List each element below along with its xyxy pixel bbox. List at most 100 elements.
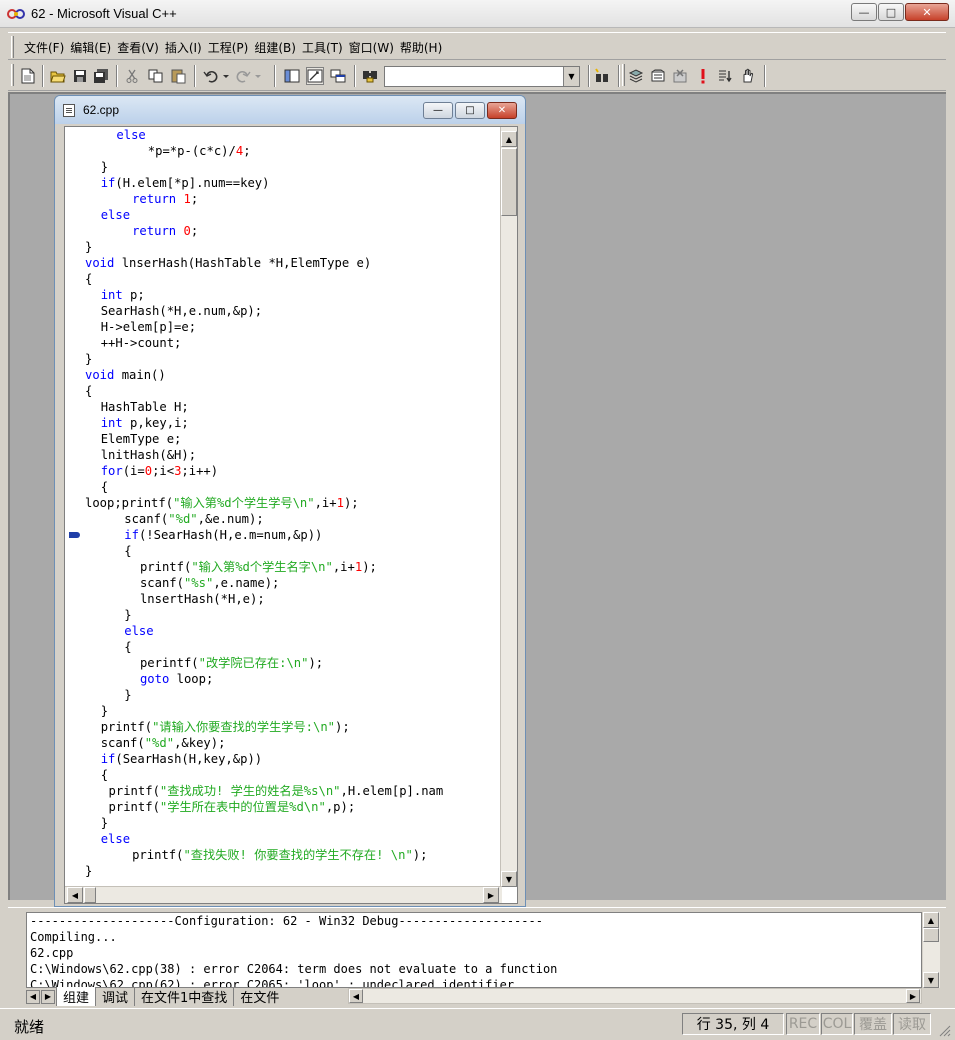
minimize-button[interactable]: — <box>851 3 877 21</box>
code-line[interactable]: printf("请输入你要查找的学生学号:\n"); <box>101 719 350 735</box>
output-vertical-scrollbar[interactable]: ▲ ▼ <box>923 912 940 988</box>
output-scroll-up-arrow-icon[interactable]: ▲ <box>923 912 939 928</box>
code-line[interactable]: void main() <box>85 367 166 383</box>
tab-prev-arrow-icon[interactable]: ◀ <box>26 989 40 1004</box>
close-button[interactable]: ✕ <box>905 3 949 21</box>
window-list-icon[interactable] <box>329 67 347 85</box>
code-editor[interactable]: else *p=*p-(c*c)/4;} if(H.elem[*p].num==ke… <box>64 126 518 904</box>
code-lines[interactable]: else *p=*p-(c*c)/4;} if(H.elem[*p].num==ke… <box>85 127 499 887</box>
code-line[interactable]: } <box>124 687 131 703</box>
save-all-icon[interactable] <box>92 67 110 85</box>
editor-gutter[interactable] <box>65 127 83 887</box>
scroll-left-arrow-icon[interactable]: ◀ <box>67 887 83 903</box>
output-line[interactable]: --------------------Configuration: 62 - … <box>30 913 543 929</box>
code-line[interactable]: return 1; <box>132 191 198 207</box>
code-line[interactable]: else <box>116 127 145 143</box>
code-line[interactable]: printf("学生所在表中的位置是%d\n",p); <box>109 799 356 815</box>
code-line[interactable]: scanf("%d",&e.num); <box>124 511 263 527</box>
code-line[interactable]: else <box>101 207 130 223</box>
tab-next-arrow-icon[interactable]: ▶ <box>41 989 55 1004</box>
code-line[interactable]: goto loop; <box>140 671 213 687</box>
resize-grip-icon[interactable] <box>937 1023 951 1037</box>
code-line[interactable]: lnsertHash(*H,e); <box>140 591 265 607</box>
output-scroll-thumb[interactable] <box>923 928 939 942</box>
scroll-thumb[interactable] <box>501 148 517 216</box>
stop-build-icon[interactable] <box>671 67 689 85</box>
output-line[interactable]: 62.cpp <box>30 945 73 961</box>
menubar-grip[interactable] <box>11 36 14 58</box>
tab-find-in-files-1[interactable]: 在文件1中查找 <box>134 987 233 1006</box>
paste-icon[interactable] <box>170 67 188 85</box>
find-in-files-icon[interactable] <box>361 67 379 85</box>
code-line[interactable]: } <box>124 607 131 623</box>
output-horizontal-scrollbar[interactable]: ◀ ▶ <box>348 988 922 1004</box>
menu-help[interactable]: 帮助(H) <box>397 39 445 56</box>
code-line[interactable]: else <box>124 623 153 639</box>
output-line[interactable]: C:\Windows\62.cpp(38) : error C2064: ter… <box>30 961 557 977</box>
go-icon[interactable] <box>716 67 734 85</box>
code-line[interactable]: } <box>85 239 92 255</box>
output-line[interactable]: Compiling... <box>30 929 117 945</box>
code-line[interactable]: return 0; <box>132 223 198 239</box>
scroll-right-arrow-icon[interactable]: ▶ <box>483 887 499 903</box>
code-line[interactable]: { <box>101 767 108 783</box>
code-line[interactable]: } <box>85 351 92 367</box>
code-line[interactable]: } <box>101 159 108 175</box>
code-line[interactable]: { <box>85 383 92 399</box>
tab-build[interactable]: 组建 <box>56 987 96 1006</box>
menu-file[interactable]: 文件(F) <box>21 39 67 56</box>
output-window-icon[interactable] <box>306 67 324 85</box>
scroll-down-arrow-icon[interactable]: ▼ <box>501 871 517 887</box>
breakpoint-hand-icon[interactable] <box>739 67 757 85</box>
output-scroll-left-arrow-icon[interactable]: ◀ <box>349 989 363 1003</box>
doc-maximize-button[interactable]: □ <box>455 102 485 119</box>
document-titlebar[interactable]: 62.cpp — □ ✕ <box>55 96 525 124</box>
code-line[interactable]: if(!SearHash(H,e.m=num,&p)) <box>124 527 322 543</box>
code-line[interactable]: { <box>124 639 131 655</box>
code-line[interactable]: if(SearHash(H,key,&p)) <box>101 751 262 767</box>
code-line[interactable]: HashTable H; <box>101 399 189 415</box>
code-line[interactable]: for(i=0;i<3;i++) <box>101 463 218 479</box>
redo-icon[interactable] <box>234 67 264 85</box>
code-line[interactable]: ++H->count; <box>101 335 182 351</box>
menu-project[interactable]: 工程(P) <box>205 39 252 56</box>
save-icon[interactable] <box>71 67 89 85</box>
code-line[interactable]: int p; <box>101 287 145 303</box>
chevron-down-icon[interactable]: ▼ <box>563 67 579 86</box>
new-file-icon[interactable] <box>19 67 37 85</box>
code-line[interactable]: H->elem[p]=e; <box>101 319 196 335</box>
find-combo[interactable]: ▼ <box>384 66 580 87</box>
cut-icon[interactable] <box>123 67 141 85</box>
code-line[interactable]: { <box>101 479 108 495</box>
find-icon[interactable] <box>593 67 611 85</box>
menu-build[interactable]: 组建(B) <box>251 39 299 56</box>
menu-edit[interactable]: 编辑(E) <box>67 39 114 56</box>
doc-close-button[interactable]: ✕ <box>487 102 517 119</box>
code-line[interactable]: perintf("改学院已存在:\n"); <box>140 655 323 671</box>
window-titlebar[interactable]: 62 - Microsoft Visual C++ — □ ✕ <box>0 0 955 28</box>
code-line[interactable]: void lnserHash(HashTable *H,ElemType e) <box>85 255 371 271</box>
menu-window[interactable]: 窗口(W) <box>346 39 397 56</box>
output-scroll-down-arrow-icon[interactable]: ▼ <box>923 972 939 988</box>
code-line[interactable]: } <box>101 703 108 719</box>
menu-tools[interactable]: 工具(T) <box>299 39 346 56</box>
code-line[interactable]: { <box>85 271 92 287</box>
tab-debug[interactable]: 调试 <box>95 987 134 1006</box>
maximize-button[interactable]: □ <box>878 3 904 21</box>
code-line[interactable]: SearHash(*H,e.num,&p); <box>101 303 262 319</box>
code-line[interactable]: if(H.elem[*p].num==key) <box>101 175 270 191</box>
editor-vertical-scrollbar[interactable]: ▲ ▼ <box>500 127 517 887</box>
code-line[interactable]: printf("输入第%d个学生名字\n",i+1); <box>140 559 377 575</box>
code-line[interactable]: printf("查找失败! 你要查找的学生不存在! \n"); <box>132 847 427 863</box>
code-line[interactable]: else <box>101 831 130 847</box>
code-line[interactable]: scanf("%d",&key); <box>101 735 226 751</box>
build-icon[interactable] <box>649 67 667 85</box>
open-folder-icon[interactable] <box>49 67 67 85</box>
output-text[interactable]: --------------------Configuration: 62 - … <box>26 912 922 988</box>
code-line[interactable]: lnitHash(&H); <box>101 447 196 463</box>
copy-icon[interactable] <box>147 67 165 85</box>
code-line[interactable]: } <box>101 815 108 831</box>
output-scroll-right-arrow-icon[interactable]: ▶ <box>906 989 920 1003</box>
editor-horizontal-scrollbar[interactable]: ◀ ▶ <box>65 886 502 903</box>
undo-icon[interactable] <box>202 67 232 85</box>
